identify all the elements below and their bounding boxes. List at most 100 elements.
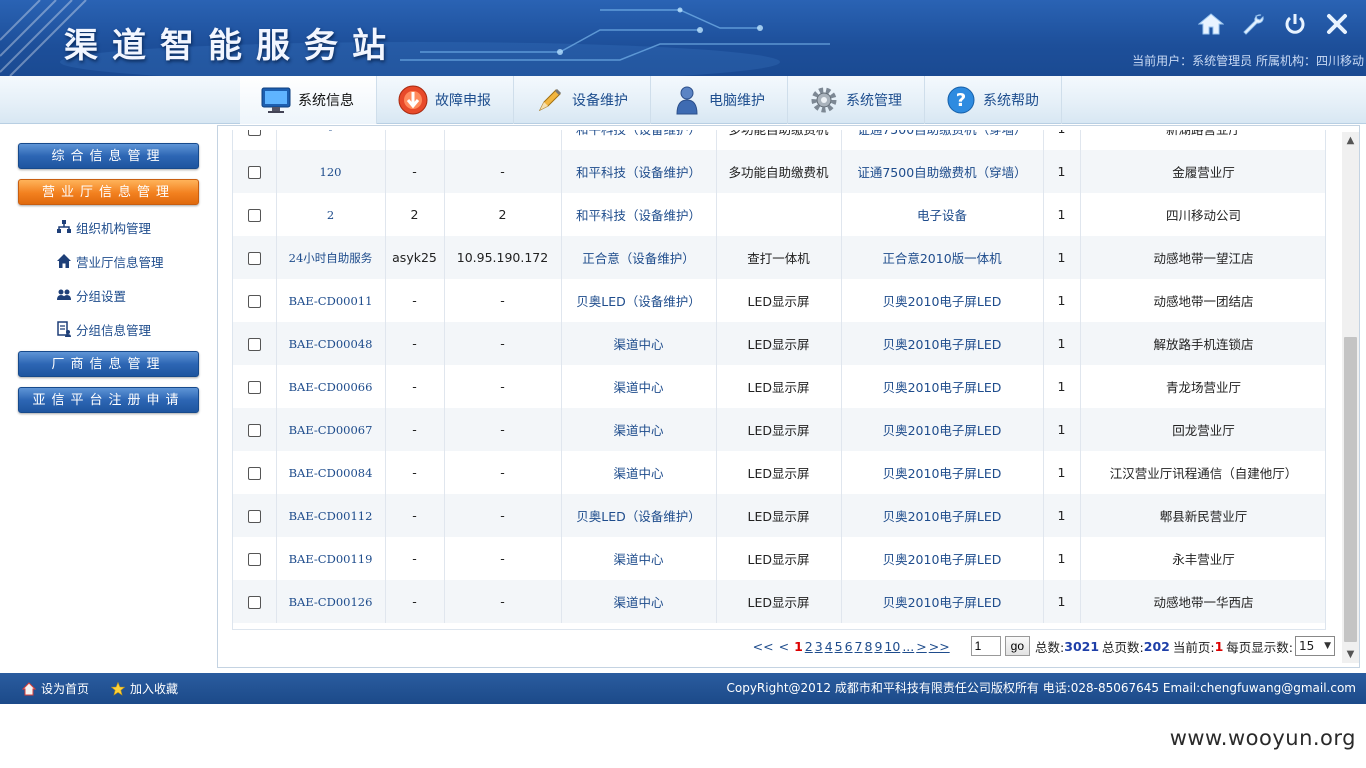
- scrollbar-thumb[interactable]: [1344, 337, 1357, 642]
- tab-computer-maintenance[interactable]: 电脑维护: [651, 76, 788, 124]
- page-number-input[interactable]: [970, 636, 1001, 656]
- main-nav: 系统信息 故障申报 设备维护 电脑维护 系统管理 ? 系统帮助: [0, 76, 1366, 124]
- page-link[interactable]: 6: [845, 639, 853, 654]
- row-checkbox[interactable]: [247, 424, 261, 437]
- page-link[interactable]: 5: [835, 639, 843, 654]
- cell-type: LED显示屏: [716, 408, 842, 451]
- device-table-container[interactable]: - - - 和平科技（设备维护） 多功能自助缴费机 证通7500自助缴费机（穿墙…: [232, 130, 1326, 630]
- more-pages-link[interactable]: ...: [902, 639, 914, 654]
- first-page-link[interactable]: <<: [753, 639, 774, 654]
- tab-label: 系统帮助: [983, 93, 1039, 109]
- row-checkbox[interactable]: [247, 338, 261, 351]
- row-checkbox[interactable]: [247, 209, 261, 222]
- page-link[interactable]: 10: [884, 639, 900, 654]
- page-link[interactable]: 4: [825, 639, 833, 654]
- tab-fault-report[interactable]: 故障申报: [377, 76, 514, 124]
- cell-model: 贝奥2010电子屏LED: [841, 322, 1044, 365]
- total-pages-label: 总页数:: [1102, 639, 1144, 655]
- scroll-up-icon[interactable]: ▲: [1342, 132, 1359, 149]
- wrench-icon[interactable]: [1238, 10, 1268, 38]
- vertical-scrollbar[interactable]: ▲ ▼: [1342, 132, 1359, 663]
- cell-model: 证通7500自助缴费机（穿墙）: [841, 150, 1044, 193]
- sidebar-group-vendor-info[interactable]: 厂商信息管理: [18, 351, 199, 377]
- cell-vendor: 渠道中心: [561, 408, 717, 451]
- sidebar-item-org-management[interactable]: 组织机构管理: [56, 217, 151, 237]
- cell-code: 2: [276, 193, 386, 236]
- prev-page-link[interactable]: <: [779, 639, 789, 654]
- device-table: - - - 和平科技（设备维护） 多功能自助缴费机 证通7500自助缴费机（穿墙…: [233, 130, 1325, 623]
- cell-vendor: 渠道中心: [561, 365, 717, 408]
- cell-type: 多功能自助缴费机: [716, 130, 842, 150]
- page-link[interactable]: 9: [874, 639, 882, 654]
- sidebar-group-hall-info[interactable]: 营业厅信息管理: [18, 179, 199, 205]
- row-checkbox[interactable]: [247, 510, 261, 523]
- sidebar-group-general-info[interactable]: 综合信息管理: [18, 143, 199, 169]
- sidebar-item-label: 组织机构管理: [76, 220, 152, 236]
- set-homepage-link[interactable]: 设为首页: [22, 680, 89, 697]
- cell-hall: 江汉营业厅讯程通信（自建他厅）: [1080, 451, 1325, 494]
- cell-code: BAE-CD00084: [276, 451, 386, 494]
- sidebar-group-asiainfo-register[interactable]: 亚信平台注册申请: [18, 387, 199, 413]
- page-link[interactable]: 3: [815, 639, 823, 654]
- cell-model: 贝奥2010电子屏LED: [841, 279, 1044, 322]
- sidebar-item-group-settings[interactable]: 分组设置: [56, 285, 126, 305]
- cell-count: 1: [1043, 193, 1081, 236]
- cell-ip: 2: [444, 193, 562, 236]
- tab-label: 电脑维护: [709, 93, 765, 109]
- row-checkbox[interactable]: [247, 467, 261, 480]
- cell-code: BAE-CD00048: [276, 322, 386, 365]
- house-icon: [56, 253, 72, 269]
- power-icon[interactable]: [1280, 10, 1310, 38]
- cell-code: BAE-CD00126: [276, 580, 386, 623]
- per-page-value: 15: [1299, 639, 1315, 653]
- table-row: BAE-CD00126- - 渠道中心 LED显示屏 贝奥2010电子屏LED 1 动感地带…: [233, 580, 1325, 623]
- tab-device-maintenance[interactable]: 设备维护: [514, 76, 651, 124]
- cell-ip: -: [444, 279, 562, 322]
- row-checkbox[interactable]: [247, 295, 261, 308]
- home-icon[interactable]: [1196, 10, 1226, 38]
- row-checkbox[interactable]: [247, 553, 261, 566]
- cell-model: 贝奥2010电子屏LED: [841, 451, 1044, 494]
- page-link[interactable]: 8: [865, 639, 873, 654]
- close-icon[interactable]: [1322, 10, 1352, 38]
- tab-system-info[interactable]: 系统信息: [240, 76, 377, 124]
- cell-hall: 动感地带一华西店: [1080, 580, 1325, 623]
- cell-vendor: 和平科技（设备维护）: [561, 193, 717, 236]
- current-user-info: 当前用户：系统管理员 所属机构：四川移动: [1132, 54, 1364, 68]
- go-button[interactable]: go: [1004, 636, 1031, 656]
- cell-hall: 新湖路营业厅: [1080, 130, 1325, 150]
- cell-code: BAE-CD00112: [276, 494, 386, 537]
- next-page-link[interactable]: >: [916, 639, 926, 654]
- per-page-select[interactable]: 15 ▼: [1295, 636, 1335, 656]
- cell-code: BAE-CD00066: [276, 365, 386, 408]
- page-link[interactable]: 2: [805, 639, 813, 654]
- table-row: - - - 和平科技（设备维护） 多功能自助缴费机 证通7500自助缴费机（穿墙…: [233, 130, 1325, 150]
- page-link[interactable]: 1: [794, 639, 803, 654]
- sidebar-item-hall-management[interactable]: 营业厅信息管理: [56, 251, 164, 271]
- per-page-label: 每页显示数:: [1226, 639, 1293, 655]
- scroll-down-icon[interactable]: ▼: [1342, 646, 1359, 663]
- sidebar-item-label: 营业厅信息管理: [76, 254, 164, 270]
- cell-vendor: 渠道中心: [561, 537, 717, 580]
- page-link[interactable]: 7: [855, 639, 863, 654]
- tab-system-help[interactable]: ? 系统帮助: [925, 76, 1062, 124]
- row-checkbox[interactable]: [247, 166, 261, 179]
- cell-c2: -: [385, 408, 445, 451]
- sidebar-item-group-info[interactable]: 分组信息管理: [56, 319, 151, 339]
- cell-ip: -: [444, 451, 562, 494]
- tab-system-management[interactable]: 系统管理: [788, 76, 925, 124]
- cell-ip: -: [444, 150, 562, 193]
- row-checkbox[interactable]: [247, 130, 261, 136]
- table-row: BAE-CD00119- - 渠道中心 LED显示屏 贝奥2010电子屏LED 1 永丰营业…: [233, 537, 1325, 580]
- add-favorites-label: 加入收藏: [130, 682, 179, 696]
- cell-type: LED显示屏: [716, 451, 842, 494]
- row-checkbox[interactable]: [247, 381, 261, 394]
- tab-label: 设备维护: [572, 93, 628, 109]
- cell-model: 贝奥2010电子屏LED: [841, 494, 1044, 537]
- add-favorites-link[interactable]: 加入收藏: [111, 680, 178, 697]
- cell-count: 1: [1043, 130, 1081, 150]
- row-checkbox[interactable]: [247, 252, 261, 265]
- cell-hall: 回龙营业厅: [1080, 408, 1325, 451]
- row-checkbox[interactable]: [247, 596, 261, 609]
- last-page-link[interactable]: >>: [929, 639, 950, 654]
